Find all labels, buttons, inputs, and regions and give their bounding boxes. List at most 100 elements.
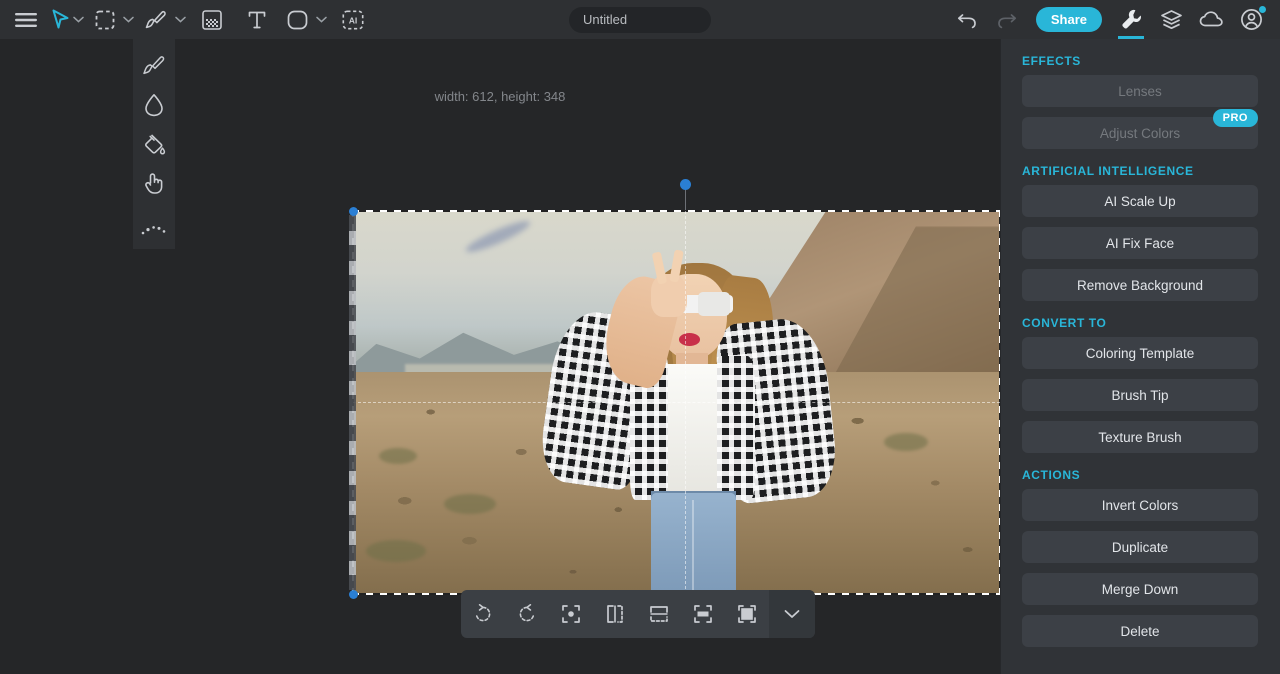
- hamburger-menu-icon: [15, 12, 37, 28]
- ai-dashed-box-icon: AI: [342, 10, 364, 30]
- tool-dock-smudge[interactable]: [133, 163, 175, 202]
- center-target-icon: [561, 604, 581, 624]
- duplicate-button[interactable]: Duplicate: [1022, 531, 1258, 563]
- select-tool-button[interactable]: [44, 0, 72, 39]
- tool-dock-scatter[interactable]: [133, 210, 175, 249]
- rotate-counterclockwise-icon: [473, 604, 493, 624]
- panel-divider: [1000, 39, 1001, 674]
- dashed-rectangle-icon: [95, 10, 115, 30]
- hamburger-menu-button[interactable]: [8, 0, 44, 39]
- layers-panel-button[interactable]: [1152, 0, 1190, 39]
- section-title-artificial-intelligence: ARTIFICIAL INTELLIGENCE: [1022, 164, 1258, 178]
- center-button[interactable]: [549, 590, 593, 638]
- brush-tip-button[interactable]: Brush Tip: [1022, 379, 1258, 411]
- selection-left-edge-markers: [349, 215, 356, 590]
- invert-colors-button[interactable]: Invert Colors: [1022, 489, 1258, 521]
- resize-handle-bottom-left[interactable]: [349, 590, 358, 599]
- cloud-icon: [1199, 10, 1224, 30]
- texture-brush-button[interactable]: Texture Brush: [1022, 421, 1258, 453]
- chevron-down-icon: [175, 16, 186, 23]
- rotate-clockwise-icon: [517, 604, 537, 624]
- brush-tool-button[interactable]: [138, 0, 174, 39]
- remove-background-button[interactable]: Remove Background: [1022, 269, 1258, 301]
- top-toolbar-left-tools: AI: [0, 0, 375, 39]
- tool-dock: [133, 39, 175, 249]
- fit-screen-icon: [737, 604, 757, 624]
- lenses-button[interactable]: Lenses: [1022, 75, 1258, 107]
- cloud-sync-button[interactable]: [1192, 0, 1230, 39]
- smudge-hand-icon: [143, 171, 165, 195]
- account-notification-badge: [1259, 6, 1266, 13]
- marquee-tool-button[interactable]: [88, 0, 122, 39]
- chevron-down-icon: [784, 609, 800, 619]
- select-tool-dropdown[interactable]: [72, 0, 88, 39]
- app-root: AI: [0, 0, 1280, 674]
- fit-screen-button[interactable]: [725, 590, 769, 638]
- section-title-convert-to: CONVERT TO: [1022, 316, 1258, 330]
- photo-shrub-3: [884, 433, 928, 451]
- photo-jeans-seam: [692, 500, 693, 594]
- photo-sunglass-lens-right: [698, 292, 731, 315]
- layers-icon: [1160, 9, 1183, 31]
- flip-vertical-button[interactable]: [637, 590, 681, 638]
- photo-content: [353, 211, 1000, 594]
- scatter-dots-icon: [141, 224, 167, 236]
- coloring-template-button[interactable]: Coloring Template: [1022, 337, 1258, 369]
- fit-width-icon: [693, 604, 713, 624]
- delete-button[interactable]: Delete: [1022, 615, 1258, 647]
- shape-tool-dropdown[interactable]: [315, 0, 331, 39]
- chevron-down-icon: [73, 16, 84, 23]
- ai-fix-face-button[interactable]: AI Fix Face: [1022, 227, 1258, 259]
- flip-vertical-icon: [649, 604, 669, 624]
- marquee-tool-dropdown[interactable]: [122, 0, 138, 39]
- fit-width-button[interactable]: [681, 590, 725, 638]
- document-title-input[interactable]: [569, 7, 711, 33]
- undo-button[interactable]: [948, 0, 986, 39]
- photo-plaid-body-right: [717, 356, 755, 500]
- redo-arrow-icon: [997, 11, 1017, 29]
- paintbrush-icon: [145, 10, 167, 30]
- brush-tool-dropdown[interactable]: [174, 0, 190, 39]
- droplet-blur-icon: [143, 93, 165, 117]
- transform-toolbar: [461, 590, 815, 638]
- ai-scale-up-button[interactable]: AI Scale Up: [1022, 185, 1258, 217]
- transform-more-button[interactable]: [769, 590, 815, 638]
- share-button[interactable]: Share: [1036, 7, 1102, 32]
- account-button[interactable]: [1232, 0, 1270, 39]
- image-layer[interactable]: [353, 211, 1000, 594]
- rotation-handle[interactable]: [680, 179, 691, 190]
- top-toolbar-right-actions: Share: [948, 0, 1270, 39]
- rounded-square-icon: [287, 10, 308, 30]
- ai-tool-button[interactable]: AI: [331, 0, 375, 39]
- tool-dock-brush[interactable]: [133, 47, 175, 86]
- gradient-tool-button[interactable]: [190, 0, 234, 39]
- svg-text:AI: AI: [349, 15, 358, 25]
- undo-arrow-icon: [957, 11, 977, 29]
- rotate-right-button[interactable]: [505, 590, 549, 638]
- top-toolbar: AI: [0, 0, 1280, 39]
- pro-badge[interactable]: PRO: [1213, 109, 1258, 127]
- tool-dock-blur[interactable]: [133, 86, 175, 125]
- section-title-actions: ACTIONS: [1022, 468, 1258, 482]
- text-t-icon: [248, 10, 266, 30]
- paint-bucket-icon: [142, 132, 166, 156]
- photo-lips: [679, 333, 701, 346]
- brush-dock-icon: [142, 55, 166, 77]
- cursor-arrow-icon: [51, 9, 70, 30]
- section-title-effects: EFFECTS: [1022, 54, 1258, 68]
- tools-panel-button[interactable]: [1112, 0, 1150, 39]
- tool-dock-fill[interactable]: [133, 125, 175, 164]
- flip-horizontal-button[interactable]: [593, 590, 637, 638]
- shape-tool-button[interactable]: [280, 0, 315, 39]
- text-tool-button[interactable]: [234, 0, 280, 39]
- chevron-down-icon: [316, 16, 327, 23]
- merge-down-button[interactable]: Merge Down: [1022, 573, 1258, 605]
- flip-horizontal-icon: [605, 604, 625, 624]
- redo-button[interactable]: [988, 0, 1026, 39]
- chevron-down-icon: [123, 16, 134, 23]
- tools-wrench-icon: [1120, 8, 1143, 31]
- rotate-left-button[interactable]: [461, 590, 505, 638]
- tools-side-panel: EFFECTS PRO Lenses Adjust Colors ARTIFIC…: [1000, 39, 1280, 674]
- rotation-handle-line: [685, 187, 686, 211]
- resize-handle-top-left[interactable]: [349, 207, 358, 216]
